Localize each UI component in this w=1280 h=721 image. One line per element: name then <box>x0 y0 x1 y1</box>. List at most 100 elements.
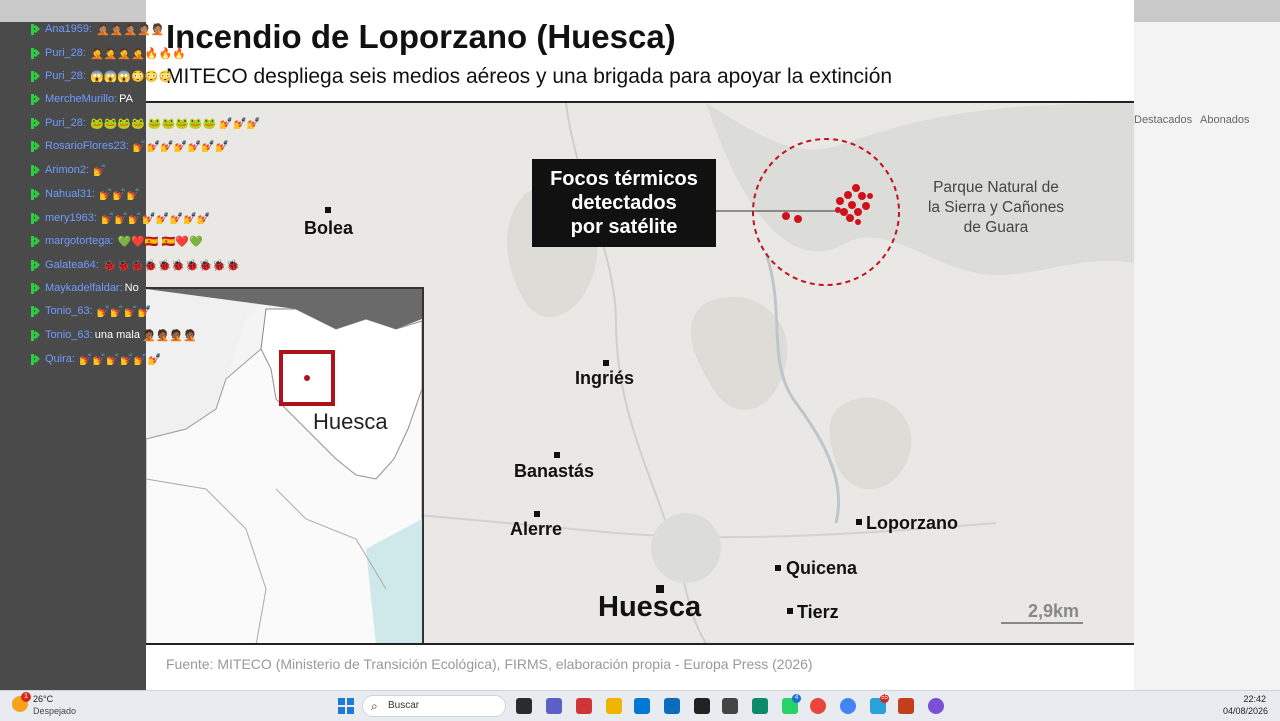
callout-line-2: detectados <box>571 192 677 214</box>
callout-line-1: Focos térmicos <box>550 168 698 190</box>
weather-temperature[interactable]: 26°C <box>33 694 53 704</box>
chat-emoji: 🐞🐞🐞🐞🐞🐞🐞🐞🐞🐞 <box>102 259 240 272</box>
telegram-badge: 55 <box>880 694 889 703</box>
city-huesca: Huesca <box>598 591 702 623</box>
file-explorer-icon[interactable] <box>606 698 622 714</box>
chat-message: Puri_28: 😱😱😱😳😳😳 <box>30 67 172 85</box>
chat-message: Quira: 💅💅💅💅💅💅 <box>30 350 161 368</box>
chat-username[interactable]: mery1963: <box>45 212 97 224</box>
moderator-badge-icon <box>30 164 41 176</box>
chat-username[interactable]: RosarioFlores23: <box>45 140 129 152</box>
moderator-badge-icon <box>30 353 41 365</box>
app-icon-3[interactable] <box>722 698 738 714</box>
chat-username[interactable]: Puri_28: <box>45 47 86 59</box>
town-tierz: Tierz <box>797 602 839 622</box>
chat-message: Maykadelfaldar: No <box>30 279 141 297</box>
chat-text: No <box>124 282 139 294</box>
town-dot-banastas <box>554 452 560 458</box>
town-dot-quicena <box>775 565 781 571</box>
teams-icon[interactable] <box>546 698 562 714</box>
task-view-icon[interactable] <box>516 698 532 714</box>
app-icon-4[interactable] <box>928 698 944 714</box>
chat-emoji: 🐸🐸🐸🐸 🐸🐸🐸🐸🐸 💅💅💅 <box>89 117 261 130</box>
inset-label-huesca: Huesca <box>313 409 388 434</box>
chat-message: Tonio_63: 💅💅💅💅 <box>30 302 152 320</box>
divider-bottom <box>146 643 1134 645</box>
chat-username[interactable]: Tonio_63: <box>45 329 93 341</box>
chat-message: Nahual31: 💅💅💅 <box>30 185 140 203</box>
app-icon[interactable] <box>576 698 592 714</box>
park-label-line-1: Parque Natural de <box>933 179 1059 196</box>
moderator-badge-icon <box>30 212 41 224</box>
chat-message: Arimon2: 💅 <box>30 161 107 179</box>
edge-icon[interactable] <box>752 698 768 714</box>
moderator-badge-icon <box>30 235 41 247</box>
chat-username[interactable]: Puri_28: <box>45 117 86 129</box>
park-label-line-2: la Sierra y Cañones <box>927 199 1065 216</box>
moderator-badge-icon <box>30 282 41 294</box>
chat-username[interactable]: margotortega: <box>45 235 113 247</box>
store-icon[interactable] <box>634 698 650 714</box>
moderator-badge-icon <box>30 188 41 200</box>
chat-username[interactable]: Arimon2: <box>45 164 89 176</box>
chat-username[interactable]: Galatea64: <box>45 259 99 271</box>
chat-message: mery1963: 💅💅💅💅💅💅💅💅 <box>30 209 211 227</box>
town-bolea: Bolea <box>304 218 354 238</box>
chat-username[interactable]: MercheMurillo: <box>45 93 117 105</box>
chrome-icon[interactable] <box>810 698 826 714</box>
start-button[interactable] <box>338 698 354 714</box>
app-icon-2[interactable] <box>694 698 710 714</box>
outlook-icon[interactable] <box>664 698 680 714</box>
chat-text: una mala <box>94 329 140 341</box>
chat-emoji: 💅 <box>93 164 107 177</box>
chat-username[interactable]: Nahual31: <box>45 188 95 200</box>
clock-date[interactable]: 04/08/2026 <box>1223 706 1268 716</box>
moderator-badge-icon <box>30 117 41 129</box>
chat-username[interactable]: Maykadelfaldar: <box>45 282 123 294</box>
town-loporzano: Loporzano <box>866 513 958 533</box>
chat-emoji: 💅💅💅💅💅💅 <box>78 353 162 366</box>
chat-text: PA <box>119 93 133 105</box>
chrome-alt-icon[interactable] <box>840 698 856 714</box>
town-quicena: Quicena <box>786 558 858 578</box>
moderator-badge-icon <box>30 140 41 152</box>
moderator-badge-icon <box>30 93 41 105</box>
callout-line-3: por satélite <box>570 216 678 238</box>
chat-emoji: 💚❤️🇪🇸 🇪🇸❤️💚 <box>117 235 203 248</box>
chat-username[interactable]: Ana1959: <box>45 23 92 35</box>
town-dot-alerre <box>534 511 540 517</box>
town-dot-loporzano <box>856 519 862 525</box>
town-dot-bolea <box>325 207 331 213</box>
weather-description[interactable]: Despejado <box>33 706 76 716</box>
town-alerre: Alerre <box>510 519 563 539</box>
town-dot-ingries <box>603 360 609 366</box>
chat-emoji: 💅💅💅💅💅💅💅 <box>132 140 229 153</box>
chat-message: Galatea64: 🐞🐞🐞🐞🐞🐞🐞🐞🐞🐞 <box>30 256 240 274</box>
chat-username[interactable]: Tonio_63: <box>45 305 93 317</box>
town-ingries: Ingriés <box>575 368 635 388</box>
powerpoint-icon[interactable] <box>898 698 914 714</box>
chat-username[interactable]: Quira: <box>45 353 75 365</box>
town-dot-tierz <box>787 608 793 614</box>
search-icon: ⌕ <box>371 699 378 713</box>
taskbar-search[interactable]: ⌕ Buscar <box>362 695 506 717</box>
chat-emoji: 🤦🏽🤦🏽🤦🏽🤦🏽🤦🏽 <box>96 23 165 36</box>
chat-emoji: 🤦🤦🤦🤦🔥🔥🔥 <box>89 47 186 60</box>
scale-label: 2,9km <box>1028 601 1080 621</box>
chat-emoji: 😱😱😱😳😳😳 <box>89 70 173 83</box>
whatsapp-badge: 4 <box>792 694 801 703</box>
moderator-badge-icon <box>30 329 41 341</box>
chat-emoji: 💅💅💅 <box>99 188 141 201</box>
chat-message: Ana1959: 🤦🏽🤦🏽🤦🏽🤦🏽🤦🏽 <box>30 20 165 38</box>
chat-message: Puri_28: 🐸🐸🐸🐸 🐸🐸🐸🐸🐸 💅💅💅 <box>30 114 260 132</box>
park-label-line-3: de Guara <box>963 219 1029 236</box>
clock-time[interactable]: 22:42 <box>1243 694 1266 704</box>
chat-emoji: 💅💅💅💅💅💅💅💅 <box>100 212 211 225</box>
thermal-points <box>782 184 873 225</box>
park-label: Parque Natural de la Sierra y Cañones de… <box>918 178 1074 238</box>
thermal-callout: Focos térmicos detectados por satélite <box>532 159 716 247</box>
taskbar: 1 26°C Despejado ⌕ Buscar 4 55 22:42 04/0… <box>0 690 1280 721</box>
chat-username[interactable]: Puri_28: <box>45 70 86 82</box>
moderator-badge-icon <box>30 70 41 82</box>
chat-message: RosarioFlores23: 💅💅💅💅💅💅💅 <box>30 137 229 155</box>
